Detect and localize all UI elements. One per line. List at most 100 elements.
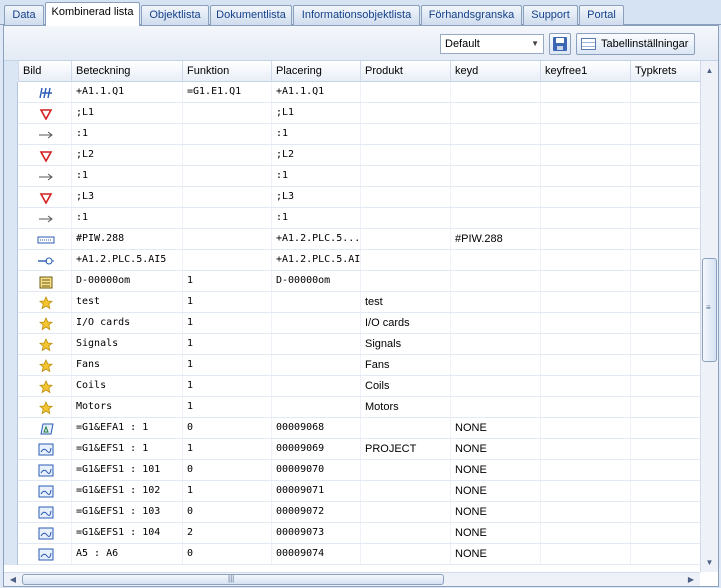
cell-keyd[interactable]: NONE xyxy=(450,523,540,543)
cell-funktion[interactable]: 0 xyxy=(182,460,271,480)
cell-funktion[interactable]: 1 xyxy=(182,397,271,417)
cell-placering[interactable]: ;L2 xyxy=(271,145,360,165)
cell-funktion[interactable] xyxy=(182,187,271,207)
cell-keyd[interactable] xyxy=(450,82,540,102)
row-selector[interactable] xyxy=(4,292,18,313)
cell-funktion[interactable] xyxy=(182,145,271,165)
cell-typkrets[interactable] xyxy=(630,250,700,270)
cell-placering[interactable]: +A1.1.Q1 xyxy=(271,82,360,102)
tab-portal[interactable]: Portal xyxy=(579,5,624,25)
cell-funktion[interactable] xyxy=(182,208,271,228)
cell-produkt[interactable] xyxy=(360,145,450,165)
cell-keyd[interactable] xyxy=(450,145,540,165)
cell-beteckning[interactable]: Signals xyxy=(71,334,182,354)
cell-produkt[interactable]: Coils xyxy=(360,376,450,396)
cell-placering[interactable]: 00009074 xyxy=(271,544,360,564)
cell-placering[interactable]: +A1.2.PLC.5.... xyxy=(271,229,360,249)
cell-keyfree1[interactable] xyxy=(540,355,630,375)
cell-produkt[interactable] xyxy=(360,418,450,438)
table-row[interactable]: A5 : A6 0 00009074 NONE xyxy=(4,544,700,565)
cell-keyfree1[interactable] xyxy=(540,82,630,102)
cell-funktion[interactable] xyxy=(182,166,271,186)
cell-funktion[interactable] xyxy=(182,250,271,270)
row-selector[interactable] xyxy=(4,397,18,418)
cell-placering[interactable]: :1 xyxy=(271,208,360,228)
cell-produkt[interactable]: Motors xyxy=(360,397,450,417)
cell-produkt[interactable] xyxy=(360,187,450,207)
cell-placering[interactable] xyxy=(271,334,360,354)
row-selector[interactable] xyxy=(4,166,18,187)
cell-typkrets[interactable] xyxy=(630,166,700,186)
cell-typkrets[interactable] xyxy=(630,502,700,522)
cell-funktion[interactable]: =G1.E1.Q1 xyxy=(182,82,271,102)
table-row[interactable]: :1:1 xyxy=(4,124,700,145)
cell-typkrets[interactable] xyxy=(630,292,700,312)
cell-typkrets[interactable] xyxy=(630,313,700,333)
cell-typkrets[interactable] xyxy=(630,334,700,354)
column-header-funktion[interactable]: Funktion xyxy=(182,61,271,82)
row-selector[interactable] xyxy=(4,376,18,397)
cell-produkt[interactable]: Signals xyxy=(360,334,450,354)
cell-beteckning[interactable]: +A1.1.Q1 xyxy=(71,82,182,102)
cell-keyd[interactable] xyxy=(450,187,540,207)
cell-placering[interactable] xyxy=(271,313,360,333)
cell-typkrets[interactable] xyxy=(630,397,700,417)
row-selector[interactable] xyxy=(4,502,18,523)
horizontal-scroll-thumb[interactable]: ||| xyxy=(22,574,444,585)
cell-produkt[interactable]: I/O cards xyxy=(360,313,450,333)
cell-keyd[interactable]: NONE xyxy=(450,502,540,522)
row-selector[interactable] xyxy=(4,103,18,124)
cell-typkrets[interactable] xyxy=(630,439,700,459)
cell-keyd[interactable] xyxy=(450,208,540,228)
scroll-down-icon[interactable]: ▼ xyxy=(702,555,717,570)
cell-keyfree1[interactable] xyxy=(540,292,630,312)
cell-typkrets[interactable] xyxy=(630,82,700,102)
cell-beteckning[interactable]: ;L3 xyxy=(71,187,182,207)
cell-produkt[interactable] xyxy=(360,229,450,249)
table-row[interactable]: Coils 1 Coils xyxy=(4,376,700,397)
row-selector[interactable] xyxy=(4,481,18,502)
cell-funktion[interactable]: 1 xyxy=(182,481,271,501)
cell-funktion[interactable]: 0 xyxy=(182,544,271,564)
cell-typkrets[interactable] xyxy=(630,103,700,123)
tab-support[interactable]: Support xyxy=(523,5,578,25)
cell-keyd[interactable] xyxy=(450,271,540,291)
cell-beteckning[interactable]: :1 xyxy=(71,124,182,144)
cell-keyd[interactable] xyxy=(450,313,540,333)
cell-typkrets[interactable] xyxy=(630,355,700,375)
table-row[interactable]: ;L1 ;L1 xyxy=(4,103,700,124)
cell-produkt[interactable]: Fans xyxy=(360,355,450,375)
table-row[interactable]: ;L2 ;L2 xyxy=(4,145,700,166)
cell-beteckning[interactable]: D-00000om xyxy=(71,271,182,291)
column-header-produkt[interactable]: Produkt xyxy=(360,61,450,82)
cell-keyfree1[interactable] xyxy=(540,208,630,228)
cell-placering[interactable]: 00009070 xyxy=(271,460,360,480)
cell-placering[interactable]: 00009069 xyxy=(271,439,360,459)
cell-beteckning[interactable]: :1 xyxy=(71,208,182,228)
cell-produkt[interactable] xyxy=(360,250,450,270)
cell-typkrets[interactable] xyxy=(630,418,700,438)
row-selector[interactable] xyxy=(4,250,18,271)
cell-beteckning[interactable]: ;L2 xyxy=(71,145,182,165)
cell-keyfree1[interactable] xyxy=(540,166,630,186)
table-row[interactable]: =G1&EFS1 : 103 0 00009072 NONE xyxy=(4,502,700,523)
table-row[interactable]: ;L3 ;L3 xyxy=(4,187,700,208)
cell-funktion[interactable]: 0 xyxy=(182,502,271,522)
cell-keyfree1[interactable] xyxy=(540,502,630,522)
cell-funktion[interactable]: 0 xyxy=(182,418,271,438)
cell-beteckning[interactable]: #PIW.288 xyxy=(71,229,182,249)
cell-keyfree1[interactable] xyxy=(540,313,630,333)
cell-typkrets[interactable] xyxy=(630,523,700,543)
table-row[interactable]: :1 :1 xyxy=(4,208,700,229)
table-row[interactable]: Fans 1 Fans xyxy=(4,355,700,376)
scroll-right-icon[interactable]: ▶ xyxy=(684,573,698,587)
cell-keyfree1[interactable] xyxy=(540,439,630,459)
cell-produkt[interactable] xyxy=(360,82,450,102)
row-selector[interactable] xyxy=(4,124,18,145)
cell-keyfree1[interactable] xyxy=(540,544,630,564)
cell-funktion[interactable]: 1 xyxy=(182,292,271,312)
cell-typkrets[interactable] xyxy=(630,271,700,291)
tab-informationsobjektlista[interactable]: Informationsobjektlista xyxy=(293,5,420,25)
table-row[interactable]: I/O cards 1 I/O cards xyxy=(4,313,700,334)
cell-keyfree1[interactable] xyxy=(540,460,630,480)
